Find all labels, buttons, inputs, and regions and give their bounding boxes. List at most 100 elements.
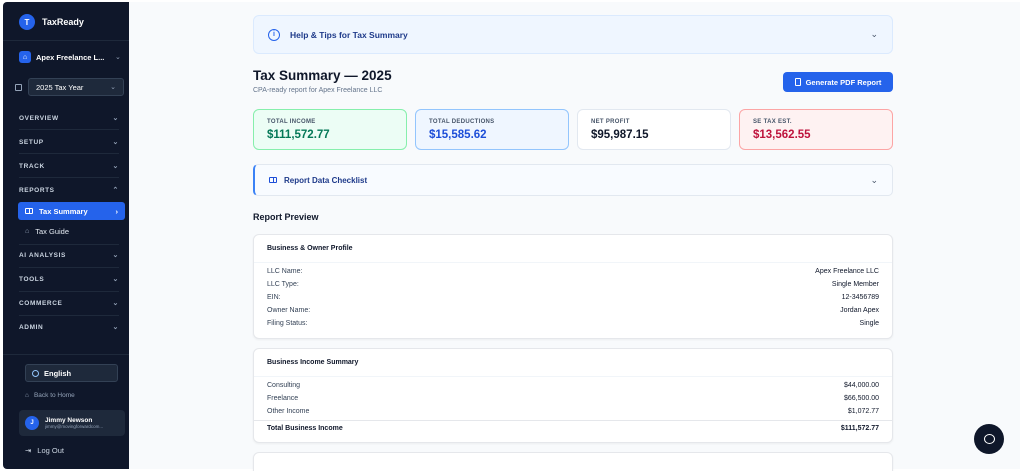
chevron-down-icon: ⌄: [112, 324, 119, 331]
help-tips-accordion[interactable]: i Help & Tips for Tax Summary ⌄: [253, 15, 893, 54]
divider: [3, 40, 129, 41]
chevron-down-icon: ⌄: [110, 84, 116, 91]
stat-value: $13,562.55: [753, 129, 811, 141]
logout-button[interactable]: ⇥ Log Out: [25, 446, 64, 455]
nav-section-reports[interactable]: REPORTS ⌃: [19, 186, 119, 195]
home-icon: ⌂: [25, 392, 29, 399]
stat-value: $95,987.15: [591, 129, 649, 141]
chevron-up-icon: ⌃: [112, 187, 119, 194]
next-report-card: [253, 452, 893, 471]
stat-value: $111,572.77: [267, 129, 330, 141]
nav-section-overview[interactable]: OVERVIEW ⌄: [19, 114, 119, 123]
row-label: Owner Name:: [267, 307, 311, 314]
row-value: 12-3456789: [841, 294, 879, 301]
avatar: J: [25, 416, 39, 430]
chat-button[interactable]: [974, 424, 1004, 454]
row-label: Filing Status:: [267, 320, 308, 327]
chevron-down-icon: ⌄: [112, 300, 119, 307]
divider: [19, 244, 119, 245]
nav-section-tools[interactable]: TOOLS ⌄: [19, 275, 119, 284]
building-icon: ⌂: [19, 51, 31, 63]
logout-label: Log Out: [37, 446, 64, 455]
divider: [19, 153, 119, 154]
nav-section-label: ADMIN: [19, 323, 44, 331]
row-value: Apex Freelance LLC: [815, 268, 879, 275]
chevron-down-icon: ⌄: [112, 115, 119, 122]
nav-section-setup[interactable]: SETUP ⌄: [19, 138, 119, 147]
card-title: Business Income Summary: [254, 349, 892, 377]
stat-value: $15,585.62: [429, 129, 487, 141]
tax-year-select[interactable]: 2025 Tax Year ⌄: [28, 78, 124, 96]
help-tips-label: Help & Tips for Tax Summary: [290, 29, 408, 40]
row-label: EIN:: [267, 294, 281, 301]
profile-row: LLC Name: Apex Freelance LLC: [254, 265, 892, 278]
divider: [19, 267, 119, 268]
organization-switcher[interactable]: ⌂ Apex Freelance L... ⌄: [19, 51, 121, 63]
profile-row: EIN: 12-3456789: [254, 291, 892, 304]
tax-year-row: 2025 Tax Year ⌄: [15, 78, 124, 96]
stat-card-total-income: TOTAL INCOME $111,572.77: [253, 109, 407, 150]
row-value: Single Member: [831, 281, 879, 288]
nav-section-admin[interactable]: ADMIN ⌄: [19, 323, 119, 332]
row-label: Total Business Income: [267, 424, 343, 432]
nav-section-ai-analysis[interactable]: AI ANALYSIS ⌄: [19, 251, 119, 260]
chevron-down-icon: ⌄: [112, 252, 119, 259]
nav-section-label: TRACK: [19, 162, 45, 170]
profile-row: Filing Status: Single: [254, 317, 892, 330]
chevron-down-icon: ⌄: [112, 139, 119, 146]
row-value: Jordan Apex: [840, 307, 879, 314]
chevron-down-icon: ⌄: [112, 276, 119, 283]
generate-pdf-button[interactable]: Generate PDF Report: [783, 72, 893, 92]
nav-item-tax-guide[interactable]: ⌂ Tax Guide: [18, 222, 125, 240]
tax-year-value: 2025 Tax Year: [36, 82, 84, 92]
organization-name: Apex Freelance L...: [36, 52, 105, 62]
nav-section-track[interactable]: TRACK ⌄: [19, 162, 119, 171]
stat-label: SE TAX EST.: [753, 119, 792, 125]
language-select[interactable]: English: [25, 364, 118, 382]
stat-label: NET PROFIT: [591, 119, 630, 125]
report-preview-title: Report Preview: [253, 212, 319, 222]
business-owner-profile-card: Business & Owner Profile LLC Name: Apex …: [253, 234, 893, 339]
nav-section-label: AI ANALYSIS: [19, 251, 66, 259]
graduation-cap-icon: ⌂: [25, 227, 30, 235]
nav-item-label: Tax Guide: [35, 226, 70, 236]
business-income-summary-card: Business Income Summary Consulting $44,0…: [253, 348, 893, 443]
profile-row: LLC Type: Single Member: [254, 278, 892, 291]
income-row: Other Income $1,072.77: [254, 405, 892, 418]
chevron-down-icon: ⌄: [115, 54, 121, 61]
profile-row: Owner Name: Jordan Apex: [254, 304, 892, 317]
nav-section-commerce[interactable]: COMMERCE ⌄: [19, 299, 119, 308]
row-value: $66,500.00: [843, 395, 879, 402]
income-row: Freelance $66,500.00: [254, 392, 892, 405]
back-home-link[interactable]: ⌂ Back to Home: [25, 392, 75, 399]
report-data-checklist-accordion[interactable]: Report Data Checklist ⌄: [253, 164, 893, 196]
stat-card-total-deductions: TOTAL DEDUCTIONS $15,585.62: [415, 109, 569, 150]
user-card[interactable]: J Jimmy Newson jimmy@movingforwardcom...: [19, 410, 125, 436]
stat-label: TOTAL DEDUCTIONS: [429, 119, 495, 125]
nav-section-label: SETUP: [19, 138, 44, 146]
language-value: English: [44, 368, 72, 378]
calendar-icon: [15, 83, 22, 91]
row-value: $111,572.77: [840, 424, 879, 432]
user-name: Jimmy Newson: [45, 417, 93, 424]
app-root: T TaxReady ⌂ Apex Freelance L... ⌄ 2025 …: [0, 0, 1024, 471]
user-email: jimmy@movingforwardcom...: [45, 424, 104, 429]
brand[interactable]: T TaxReady: [19, 14, 84, 30]
card-title: Business & Owner Profile: [254, 235, 892, 263]
divider: [19, 291, 119, 292]
nav-item-label: Tax Summary: [39, 206, 88, 216]
chat-bubble-icon: [983, 434, 995, 444]
row-label: LLC Type:: [267, 281, 299, 288]
globe-icon: [32, 369, 39, 377]
nav-section-label: COMMERCE: [19, 299, 63, 307]
chevron-down-icon: ⌄: [870, 174, 878, 185]
row-label: Freelance: [267, 395, 299, 402]
nav-item-tax-summary[interactable]: Tax Summary ›: [18, 202, 125, 220]
brand-name: TaxReady: [42, 17, 84, 27]
stat-card-se-tax: SE TAX EST. $13,562.55: [739, 109, 893, 150]
stat-card-net-profit: NET PROFIT $95,987.15: [577, 109, 731, 150]
income-total-row: Total Business Income $111,572.77: [254, 420, 892, 435]
divider: [3, 354, 129, 355]
chevron-down-icon: ⌄: [870, 29, 878, 39]
nav-section-label: REPORTS: [19, 186, 55, 194]
